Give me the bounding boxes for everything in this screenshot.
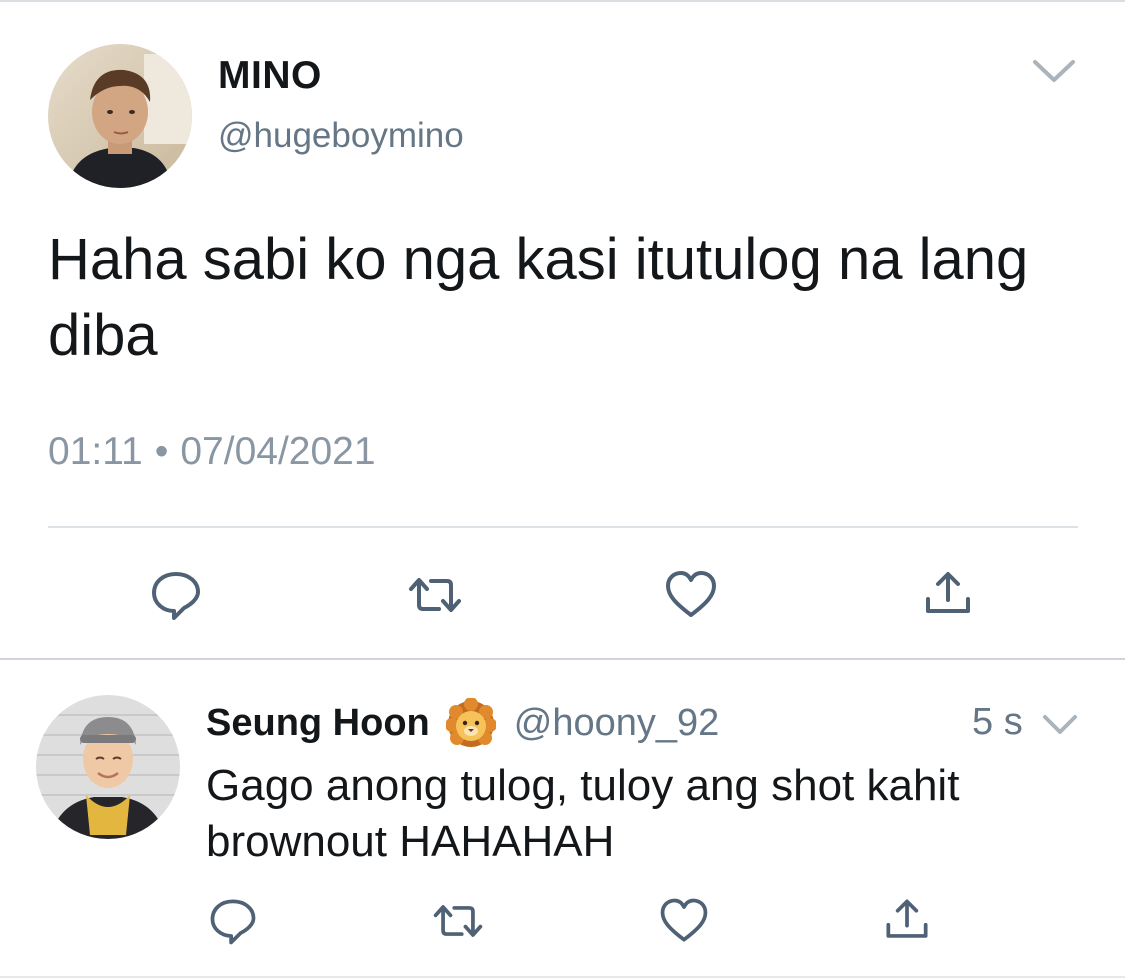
retweet-icon[interactable] [405,565,465,625]
reply-author-handle[interactable]: @hoony_92 [514,702,720,745]
reply-icon[interactable] [146,565,206,625]
top-divider [0,0,1125,2]
author-avatar[interactable] [48,44,192,188]
author-name[interactable]: MINO [218,54,322,98]
tweet-time: 01:11 [48,430,143,473]
reply-header: Seung Hoon @hoony_92 [206,697,720,748]
chevron-down-icon[interactable] [1030,55,1078,87]
bottom-divider [0,976,1125,978]
tweet-divider [0,658,1125,660]
retweet-icon[interactable] [430,893,486,949]
reply-timestamp: 5 s [972,701,1023,743]
author-handle[interactable]: @hugeboymino [218,116,464,156]
share-icon[interactable] [879,893,935,949]
chevron-down-icon[interactable] [1041,712,1079,738]
reply-author-avatar[interactable] [36,695,180,839]
reply-author-name[interactable]: Seung Hoon [206,702,430,745]
lion-face-emoji-icon [444,697,497,748]
tweet-text: Haha sabi ko nga kasi itutulog na lang d… [48,227,1029,368]
tweet-date: 07/04/2021 [180,430,376,473]
actions-divider [48,526,1078,528]
like-icon[interactable] [656,893,712,949]
timestamp-separator: • [154,430,169,473]
reply-icon[interactable] [205,893,261,949]
share-icon[interactable] [918,565,978,625]
tweet-detail-page: MINO @hugeboymino Haha sabi ko nga kasi … [0,0,1125,980]
reply-text: Gago anong tulog, tuloy ang shot kahit b… [206,761,960,866]
like-icon[interactable] [661,565,721,625]
tweet-timestamp: 01:11 • 07/04/2021 [48,430,376,474]
